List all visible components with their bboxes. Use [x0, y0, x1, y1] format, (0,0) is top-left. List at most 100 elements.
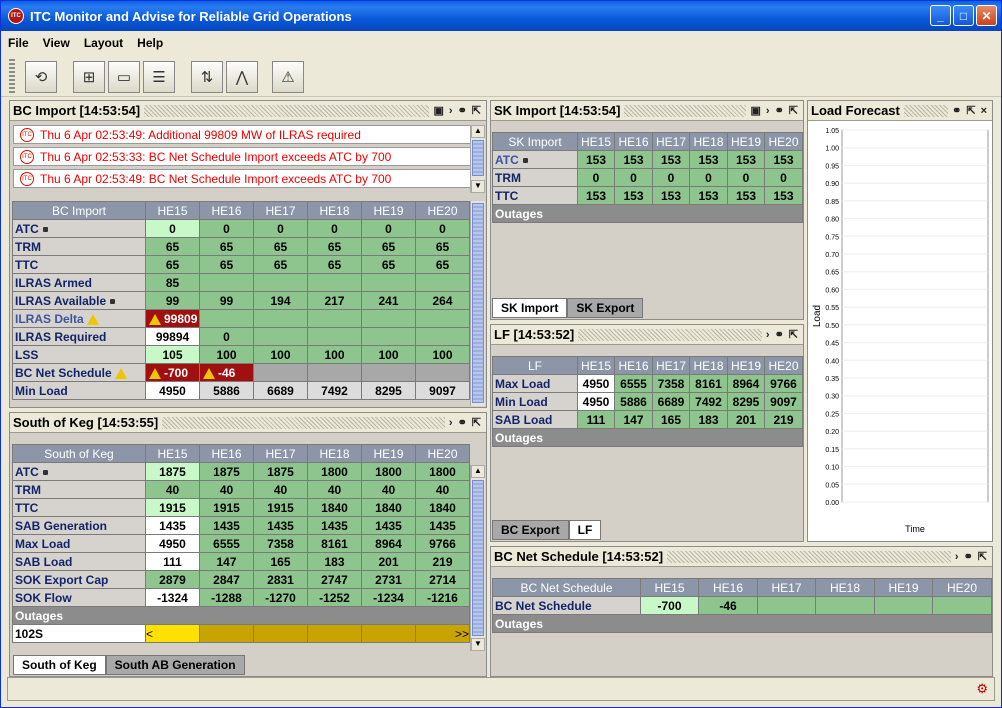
column-header[interactable]: HE17	[253, 444, 308, 463]
column-header[interactable]: HE17	[652, 356, 690, 375]
column-header[interactable]: HE16	[614, 132, 653, 151]
sk-import-title: SK Import [14:53:54]	[494, 103, 621, 118]
link-icon[interactable]: ⚭	[952, 104, 961, 117]
column-header[interactable]: LF	[492, 356, 578, 375]
undock-icon[interactable]: ⇱	[966, 104, 975, 117]
column-header[interactable]: HE20	[764, 356, 803, 375]
y-tick-label: 0.15	[825, 447, 839, 454]
column-header[interactable]: HE16	[199, 444, 254, 463]
column-header[interactable]: South of Keg	[12, 444, 146, 463]
column-header[interactable]: HE20	[932, 578, 992, 597]
popout-icon[interactable]: ▣	[433, 104, 443, 117]
column-header[interactable]: HE18	[689, 356, 728, 375]
undock-icon[interactable]: ⇱	[472, 416, 481, 429]
column-header[interactable]: HE19	[361, 444, 416, 463]
column-header[interactable]: HE18	[307, 201, 362, 220]
column-header[interactable]: HE16	[698, 578, 758, 597]
alert-scrollbar[interactable]: ▲ ▼	[470, 125, 485, 193]
scroll-down-icon[interactable]: ▼	[471, 638, 485, 651]
column-header[interactable]: HE16	[614, 356, 653, 375]
undock-icon[interactable]: ⇱	[978, 550, 987, 563]
south-of-keg-scrollbar[interactable]: ▲ ▼	[470, 465, 485, 651]
chevron-right-icon[interactable]: ›	[766, 105, 770, 117]
chevron-right-icon[interactable]: ›	[955, 551, 959, 563]
table-row: TRM 0 0 0 0 0 0	[492, 168, 803, 187]
close-button[interactable]: ✕	[976, 5, 997, 26]
tab-sk-import[interactable]: SK Import	[492, 298, 568, 318]
undock-icon[interactable]: ⇱	[789, 328, 798, 341]
column-header[interactable]: HE15	[577, 132, 615, 151]
menu-layout[interactable]: Layout	[77, 36, 130, 50]
popout-icon[interactable]: ▣	[750, 104, 760, 117]
y-tick-label: 0.45	[825, 341, 839, 348]
column-header[interactable]: HE15	[577, 356, 615, 375]
minimize-button[interactable]: _	[930, 5, 951, 26]
chevron-right-icon[interactable]: ›	[449, 417, 453, 429]
column-header[interactable]: HE19	[874, 578, 933, 597]
column-header[interactable]: HE17	[757, 578, 816, 597]
close-icon[interactable]: ×	[981, 105, 987, 117]
table-row: SOK Flow -1324 -1288 -1270 -1252 -1234 -1216	[12, 588, 470, 607]
refresh-icon[interactable]: ⟲	[25, 61, 57, 93]
column-header[interactable]: BC Import	[12, 201, 146, 220]
warning-icon[interactable]: ⚠	[272, 61, 304, 93]
link-icon[interactable]: ⚭	[458, 416, 467, 429]
y-tick-label: 0.30	[825, 394, 839, 401]
chevron-right-icon[interactable]: ›	[766, 329, 770, 341]
line-chart-icon[interactable]: ⋀	[226, 61, 258, 93]
tab-lf[interactable]: LF	[568, 520, 602, 540]
column-header[interactable]: HE20	[415, 444, 470, 463]
toolbar-grip[interactable]	[9, 59, 15, 93]
list-layout-icon[interactable]: ☰	[143, 61, 175, 93]
tab-south-of-keg[interactable]: South of Keg	[13, 655, 106, 675]
lock-icon	[522, 157, 528, 163]
undock-icon[interactable]: ⇱	[789, 104, 798, 117]
column-header[interactable]: HE15	[640, 578, 699, 597]
column-header[interactable]: HE18	[815, 578, 875, 597]
column-header[interactable]: HE16	[199, 201, 254, 220]
column-header[interactable]: HE19	[727, 356, 765, 375]
bc-import-scrollbar[interactable]	[470, 201, 485, 406]
menu-view[interactable]: View	[36, 36, 77, 50]
column-header[interactable]: BC Net Schedule	[492, 578, 641, 597]
south-of-keg-title: South of Keg [14:53:55]	[13, 415, 159, 430]
link-icon[interactable]: ⚭	[964, 550, 973, 563]
undock-icon[interactable]: ⇱	[472, 104, 481, 117]
column-header[interactable]: HE18	[689, 132, 728, 151]
chevron-right-icon[interactable]: ›	[449, 105, 453, 117]
column-header[interactable]: HE18	[307, 444, 362, 463]
maximize-button[interactable]: □	[953, 5, 974, 26]
menu-help[interactable]: Help	[130, 36, 170, 50]
grid-layout-icon[interactable]: ⊞	[73, 61, 105, 93]
column-header[interactable]: HE20	[415, 201, 470, 220]
y-tick-label: 0.60	[825, 287, 839, 294]
status-bar: ⚙	[7, 677, 995, 701]
table-row: Min Load 4950 5886 6689 7492 8295 9097	[492, 392, 803, 411]
window-layout-icon[interactable]: ▭	[108, 61, 140, 93]
link-icon[interactable]: ⚭	[775, 104, 784, 117]
column-header[interactable]: HE20	[764, 132, 803, 151]
tab-sk-export[interactable]: SK Export	[567, 298, 644, 318]
alert-item[interactable]: ITC Thu 6 Apr 02:53:49: Additional 99809…	[13, 125, 481, 144]
scroll-down-icon[interactable]: ▼	[471, 180, 485, 193]
sk-import-table: SK Import HE15 HE16 HE17 HE18 HE19 HE20 ATC 15…	[492, 132, 803, 223]
alert-item[interactable]: ITC Thu 6 Apr 02:53:49: BC Net Schedule …	[13, 169, 481, 188]
column-header[interactable]: HE19	[727, 132, 765, 151]
scroll-up-icon[interactable]: ▲	[471, 125, 485, 138]
column-header[interactable]: HE17	[652, 132, 690, 151]
scroll-up-icon[interactable]: ▲	[471, 465, 485, 478]
y-tick-label: 0.35	[825, 376, 839, 383]
column-header[interactable]: HE15	[145, 444, 200, 463]
column-header[interactable]: HE15	[145, 201, 200, 220]
column-header[interactable]: HE19	[361, 201, 416, 220]
column-header[interactable]: SK Import	[492, 132, 578, 151]
alert-item[interactable]: ITC Thu 6 Apr 02:53:33: BC Net Schedule …	[13, 147, 481, 166]
bar-chart-icon[interactable]: ⇅	[191, 61, 223, 93]
link-icon[interactable]: ⚭	[775, 328, 784, 341]
warning-icon	[149, 313, 161, 325]
tab-bc-export[interactable]: BC Export	[492, 520, 569, 540]
tab-south-ab-generation[interactable]: South AB Generation	[105, 655, 245, 675]
menu-file[interactable]: File	[1, 36, 36, 50]
link-icon[interactable]: ⚭	[458, 104, 467, 117]
column-header[interactable]: HE17	[253, 201, 308, 220]
